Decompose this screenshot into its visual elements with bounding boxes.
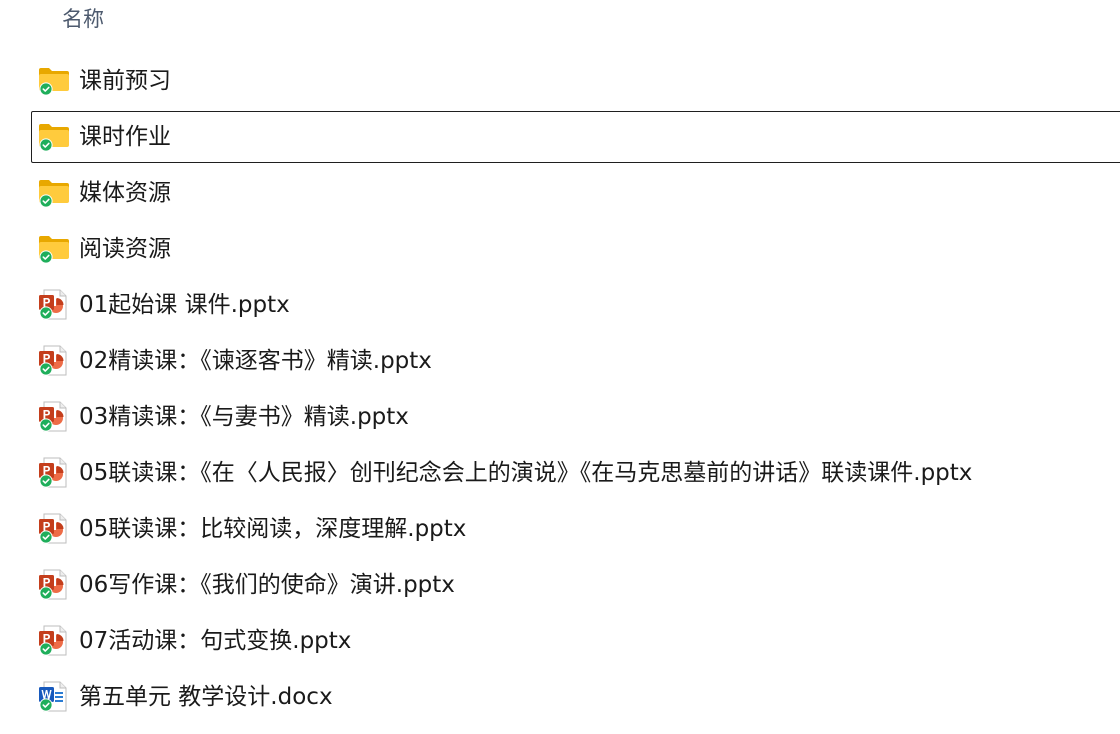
- file-row[interactable]: 07活动课：句式变换.pptx: [0, 613, 1120, 669]
- folder-icon: [38, 233, 70, 265]
- file-name-label: 01起始课 课件.pptx: [79, 292, 290, 318]
- folder-icon: [38, 65, 70, 97]
- powerpoint-file-icon: [38, 401, 70, 433]
- file-name-label: 06写作课：《我们的使命》演讲.pptx: [79, 572, 455, 598]
- file-name-label: 课时作业: [79, 124, 171, 150]
- file-list: 课前预习课时作业媒体资源阅读资源 01起始课 课件.pptx 02精读课：《谏逐客书…: [0, 53, 1120, 725]
- powerpoint-file-icon: [38, 569, 70, 601]
- powerpoint-file-icon: [38, 289, 70, 321]
- file-name-label: 媒体资源: [79, 180, 171, 206]
- powerpoint-file-icon: [38, 513, 70, 545]
- folder-row[interactable]: 阅读资源: [0, 221, 1120, 277]
- file-row[interactable]: 05联读课：比较阅读，深度理解.pptx: [0, 501, 1120, 557]
- file-name-label: 05联读课：比较阅读，深度理解.pptx: [79, 516, 467, 542]
- file-name-label: 第五单元 教学设计.docx: [79, 684, 333, 710]
- powerpoint-file-icon: [38, 625, 70, 657]
- file-name-label: 02精读课：《谏逐客书》精读.pptx: [79, 348, 432, 374]
- powerpoint-file-icon: [38, 345, 70, 377]
- file-row[interactable]: 01起始课 课件.pptx: [0, 277, 1120, 333]
- powerpoint-file-icon: [38, 457, 70, 489]
- file-name-label: 07活动课：句式变换.pptx: [79, 628, 352, 654]
- file-row[interactable]: 03精读课：《与妻书》精读.pptx: [0, 389, 1120, 445]
- folder-icon: [38, 177, 70, 209]
- file-row[interactable]: 第五单元 教学设计.docx: [0, 669, 1120, 725]
- file-name-label: 05联读课：《在〈人民报〉创刊纪念会上的演说》《在马克思墓前的讲话》联读课件.p…: [79, 460, 973, 486]
- file-name-label: 03精读课：《与妻书》精读.pptx: [79, 404, 409, 430]
- name-column-header[interactable]: 名称: [62, 4, 104, 34]
- word-file-icon: [38, 681, 70, 713]
- folder-row[interactable]: 课前预习: [0, 53, 1120, 109]
- file-row[interactable]: 06写作课：《我们的使命》演讲.pptx: [0, 557, 1120, 613]
- folder-icon: [38, 121, 70, 153]
- file-row[interactable]: 02精读课：《谏逐客书》精读.pptx: [0, 333, 1120, 389]
- file-name-label: 课前预习: [79, 68, 171, 94]
- folder-row[interactable]: 课时作业: [0, 109, 1120, 165]
- file-explorer: 名称 课前预习课时作业媒体资源阅读资源 01起始课 课件.pptx 02精读课：《谏…: [0, 0, 1120, 734]
- file-row[interactable]: 05联读课：《在〈人民报〉创刊纪念会上的演说》《在马克思墓前的讲话》联读课件.p…: [0, 445, 1120, 501]
- folder-row[interactable]: 媒体资源: [0, 165, 1120, 221]
- file-name-label: 阅读资源: [79, 236, 171, 262]
